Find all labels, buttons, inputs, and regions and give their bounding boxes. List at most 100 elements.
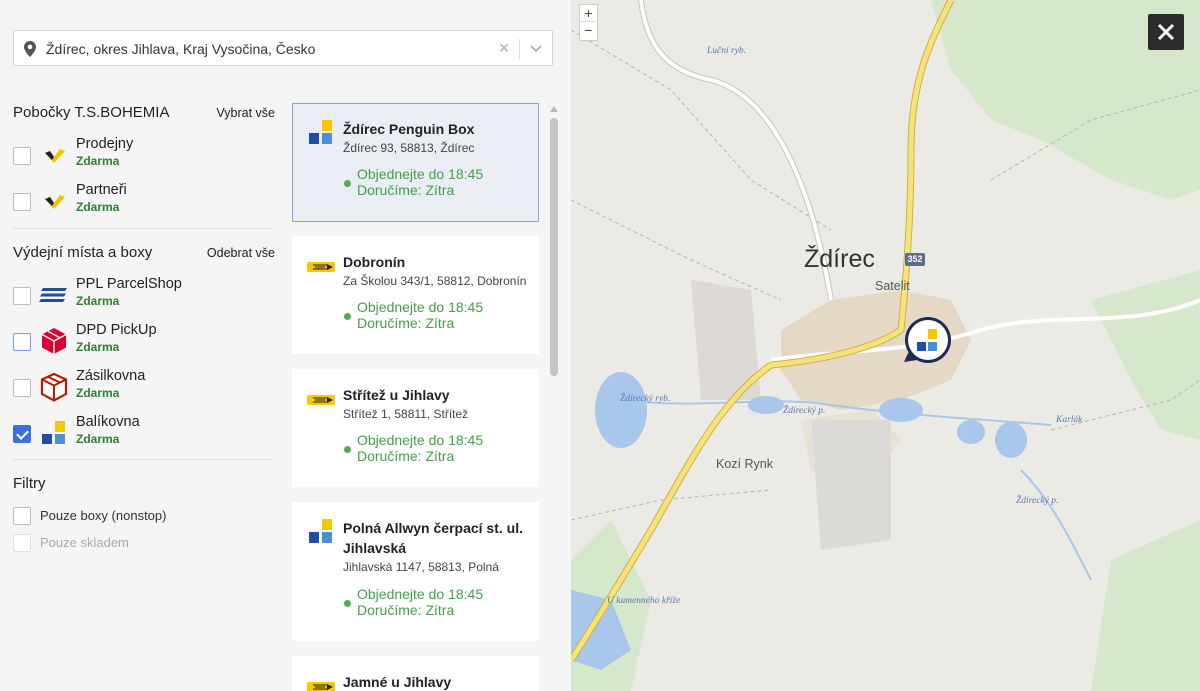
order-deadline: Objednejte do 18:45	[357, 299, 484, 315]
ppl-price: Zdarma	[76, 294, 120, 308]
option-dpd[interactable]: DPD PickUp Zdarma	[13, 322, 273, 362]
boxes-nonstop-checkbox[interactable]	[13, 507, 31, 525]
prodejny-price: Zdarma	[76, 154, 120, 168]
status-dot	[344, 600, 351, 607]
dpd-price: Zdarma	[76, 340, 120, 354]
order-deadline: Objednejte do 18:45	[357, 586, 484, 602]
close-icon	[1157, 23, 1175, 41]
ppl-checkbox[interactable]	[13, 287, 31, 305]
place-address: Za Školou 343/1, 58812, Dobronín	[343, 274, 527, 288]
filter-boxes-nonstop[interactable]: Pouze boxy (nonstop)	[13, 507, 273, 527]
place-title: Polná Allwyn čerpací st. ul. Jihlavská	[343, 520, 523, 556]
delivery-info: Doručíme: Zítra	[357, 602, 455, 618]
list-item[interactable]: Polná Allwyn čerpací st. ul. Jihlavská J…	[292, 502, 539, 641]
map-town-label: Ždírec	[804, 245, 875, 273]
zoom-control[interactable]: + −	[579, 4, 598, 41]
order-deadline: Objednejte do 18:45	[357, 432, 484, 448]
place-title: Dobronín	[343, 254, 406, 270]
map-canvas[interactable]	[571, 0, 1200, 691]
status-dot	[344, 180, 351, 187]
place-title: Ždírec Penguin Box	[343, 121, 475, 137]
map-label: Ždírecký p.	[783, 406, 826, 416]
pickup-title: Výdejní místa a boxy	[13, 244, 153, 261]
posta-icon	[307, 682, 335, 691]
list-item[interactable]: Střítež u Jihlavy Střítež 1, 58811, Stří…	[292, 369, 539, 487]
clear-icon[interactable]: ×	[495, 39, 513, 57]
option-ppl[interactable]: PPL ParcelShop Zdarma	[13, 276, 273, 316]
map-label: Luční ryb.	[707, 46, 747, 56]
place-address: Střítež 1, 58811, Střítež	[343, 407, 469, 421]
dpd-icon	[41, 328, 67, 354]
place-title: Střítež u Jihlavy	[343, 387, 450, 403]
place-address: Ždírec 93, 58813, Ždírec	[343, 141, 475, 155]
search-input[interactable]	[46, 38, 486, 60]
branches-header: Pobočky T.S.BOHEMIA Vybrat vše	[13, 104, 275, 124]
search-separator	[519, 39, 520, 59]
place-title: Jamné u Jihlavy	[343, 674, 452, 690]
zoom-out-button[interactable]: −	[580, 22, 597, 39]
map-view[interactable]: Luční ryb. Ždírec Satelit Ždírecký ryb. …	[571, 0, 1200, 691]
dpd-checkbox[interactable]	[13, 333, 31, 351]
balikovna-marker-icon	[904, 317, 951, 363]
delivery-info: Doručíme: Zítra	[357, 315, 455, 331]
partneri-label: Partneři	[76, 182, 127, 198]
partneri-price: Zdarma	[76, 200, 120, 214]
option-zasilkovna[interactable]: Zásilkovna Zdarma	[13, 368, 273, 408]
chevron-down-icon[interactable]	[528, 41, 544, 55]
scrollbar-thumb[interactable]	[550, 118, 558, 376]
ppl-label: PPL ParcelShop	[76, 276, 182, 292]
posta-icon	[307, 395, 335, 405]
location-search[interactable]: ×	[13, 30, 553, 66]
remove-all-button[interactable]: Odebrat vše	[207, 246, 275, 260]
map-label: U kamenného kříže	[607, 596, 681, 606]
map-label: Kozí Rynk	[716, 457, 773, 471]
map-label: Ždírecký ryb.	[620, 394, 671, 404]
balikovna-icon	[42, 421, 65, 444]
zasilkovna-icon	[40, 372, 68, 402]
place-address: Jihlavská 1147, 58813, Polná	[343, 560, 499, 574]
order-deadline: Objednejte do 18:45	[357, 166, 484, 182]
select-all-button[interactable]: Vybrat vše	[216, 106, 275, 120]
pickup-header: Výdejní místa a boxy Odebrat vše	[13, 244, 275, 264]
zoom-in-button[interactable]: +	[580, 5, 597, 22]
boxes-nonstop-label: Pouze boxy (nonstop)	[40, 508, 167, 523]
list-item[interactable]: Jamné u Jihlavy	[292, 656, 539, 691]
scroll-up-icon[interactable]	[550, 106, 558, 112]
balikovna-icon	[309, 120, 332, 144]
divider	[13, 459, 273, 460]
map-label: Satelit	[875, 279, 910, 293]
option-partneri[interactable]: Partneři Zdarma	[13, 182, 273, 222]
map-label: Ždírecký p.	[1016, 496, 1059, 506]
posta-icon	[307, 262, 335, 272]
close-button[interactable]	[1148, 14, 1184, 50]
balikovna-label: Balíkovna	[76, 414, 140, 430]
zasilkovna-price: Zdarma	[76, 386, 120, 400]
option-prodejny[interactable]: Prodejny Zdarma	[13, 136, 273, 176]
ppl-icon	[39, 288, 67, 302]
zasilkovna-label: Zásilkovna	[76, 368, 146, 384]
map-marker-balikovna[interactable]	[902, 316, 952, 366]
list-scrollbar[interactable]	[548, 102, 560, 691]
balikovna-checkbox[interactable]	[13, 425, 31, 443]
map-label: Karlák	[1056, 415, 1083, 425]
balikovna-icon	[309, 519, 332, 543]
status-dot	[344, 313, 351, 320]
left-panel: × Pobočky T.S.BOHEMIA Vybrat vše Prodejn…	[0, 0, 571, 691]
balikovna-price: Zdarma	[76, 432, 120, 446]
delivery-info: Doručíme: Zítra	[357, 182, 455, 198]
list-item[interactable]: Ždírec Penguin Box Ždírec 93, 58813, Ždí…	[292, 103, 539, 222]
location-pin-icon	[24, 41, 36, 57]
list-item[interactable]: Dobronín Za Školou 343/1, 58812, Dobroní…	[292, 236, 539, 354]
option-balikovna[interactable]: Balíkovna Zdarma	[13, 414, 273, 454]
filters-title: Filtry	[13, 475, 46, 492]
results-list[interactable]: Ždírec Penguin Box Ždírec 93, 58813, Ždí…	[291, 102, 541, 691]
prodejny-label: Prodejny	[76, 136, 134, 152]
branches-title: Pobočky T.S.BOHEMIA	[13, 104, 170, 121]
zasilkovna-checkbox[interactable]	[13, 379, 31, 397]
in-stock-checkbox	[13, 534, 31, 552]
prodejny-checkbox[interactable]	[13, 147, 31, 165]
partneri-checkbox[interactable]	[13, 193, 31, 211]
road-number-badge: 352	[905, 253, 925, 266]
status-dot	[344, 446, 351, 453]
filters-header: Filtry	[13, 475, 275, 495]
